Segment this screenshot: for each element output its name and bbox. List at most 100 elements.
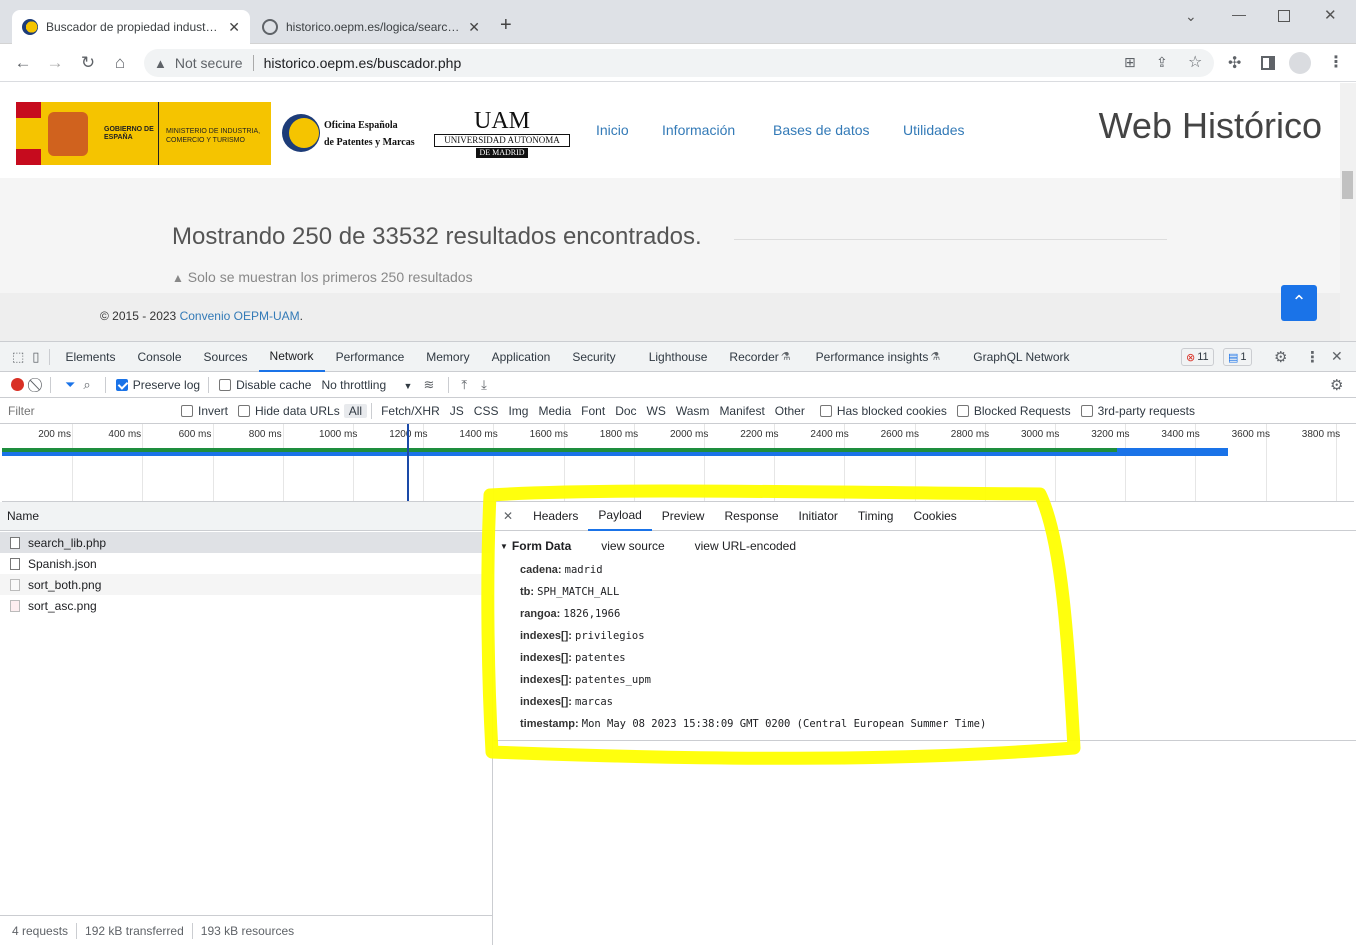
bookmark-star-icon[interactable]: ☆ <box>1188 52 1202 72</box>
close-devtools-icon[interactable]: ✕ <box>1331 348 1343 365</box>
filter-input[interactable] <box>4 401 169 420</box>
nav-link-bases-de-datos[interactable]: Bases de datos <box>773 122 870 138</box>
devtools-tab-performance-insights[interactable]: Performance insights <box>805 342 931 372</box>
details-tab-preview[interactable]: Preview <box>652 502 715 531</box>
details-tab-payload[interactable]: Payload <box>588 502 652 531</box>
collapse-triangle-icon[interactable]: ▼ <box>500 542 508 551</box>
devtools-tab-memory[interactable]: Memory <box>415 342 480 372</box>
maximize-icon[interactable] <box>1278 10 1290 22</box>
forward-arrow-icon[interactable]: → <box>44 52 66 74</box>
devtools-tab-security[interactable]: Security <box>561 342 637 372</box>
back-arrow-icon[interactable]: ← <box>12 52 34 74</box>
details-tab-response[interactable]: Response <box>714 502 788 531</box>
filter-type-fetch-xhr[interactable]: Fetch/XHR <box>376 404 445 418</box>
has-blocked-cookies-checkbox[interactable]: Has blocked cookies <box>819 404 947 418</box>
filter-type-js[interactable]: JS <box>445 404 469 418</box>
share-icon[interactable]: ⇪ <box>1156 54 1168 71</box>
network-conditions-wifi-icon[interactable]: ≋ <box>423 377 434 393</box>
footer-link[interactable]: Convenio OEPM-UAM <box>180 309 300 323</box>
filter-funnel-icon[interactable]: ⏷ <box>65 377 75 393</box>
filter-type-font[interactable]: Font <box>576 404 610 418</box>
preserve-log-checkbox[interactable]: Preserve log <box>115 378 200 392</box>
security-label[interactable]: Not secure <box>175 55 243 71</box>
browser-tab[interactable]: historico.oepm.es/logica/search_l ✕ <box>252 10 490 44</box>
devtools-tab-graphql-network[interactable]: GraphQL Network <box>962 342 1080 372</box>
devtools-settings-gear-icon[interactable]: ⚙ <box>1274 348 1287 366</box>
filter-type-ws[interactable]: WS <box>642 404 671 418</box>
devtools-tab-elements[interactable]: Elements <box>54 342 126 372</box>
messages-badge[interactable]: ▤ 1 <box>1223 348 1252 366</box>
devtools-tab-performance[interactable]: Performance <box>325 342 416 372</box>
browser-menu-kebab-icon[interactable]: ⋮ <box>1328 52 1344 72</box>
device-toolbar-icon[interactable]: ▯ <box>32 349 39 365</box>
reload-icon[interactable]: ↻ <box>77 52 99 74</box>
side-panel-icon[interactable] <box>1261 56 1275 70</box>
checkbox-icon[interactable] <box>238 405 251 418</box>
hide-data-urls-checkbox[interactable]: Hide data URLs <box>238 404 340 418</box>
details-tab-initiator[interactable]: Initiator <box>789 502 848 531</box>
view-url-encoded-link[interactable]: view URL-encoded <box>695 539 796 553</box>
form-data-section-header[interactable]: ▼ Form Data view source view URL-encoded <box>500 539 796 553</box>
network-settings-gear-icon[interactable]: ⚙ <box>1330 376 1343 394</box>
oepm-logo[interactable]: Oficina Española de Patentes y Marcas <box>280 104 423 162</box>
network-timeline-overview[interactable]: 200 ms 400 ms 600 ms 800 ms 1000 ms 1200 ms 14… <box>2 424 1354 502</box>
request-row[interactable]: sort_both.png <box>0 574 493 595</box>
disable-cache-checkbox[interactable]: Disable cache <box>219 378 311 392</box>
search-icon[interactable]: ⌕ <box>83 377 90 393</box>
close-details-icon[interactable]: ✕ <box>503 509 513 523</box>
profile-avatar-icon[interactable] <box>1289 52 1311 74</box>
filter-type-img[interactable]: Img <box>503 404 533 418</box>
address-bar[interactable]: ▲ Not secure historico.oepm.es/buscador.… <box>144 49 1214 77</box>
request-row[interactable]: sort_asc.png <box>0 595 493 616</box>
filter-type-manifest[interactable]: Manifest <box>714 404 769 418</box>
record-icon[interactable] <box>11 378 24 391</box>
nav-link-informacion[interactable]: Información <box>662 122 735 138</box>
errors-badge[interactable]: ⊗ 11 <box>1181 348 1214 366</box>
filter-type-wasm[interactable]: Wasm <box>671 404 715 418</box>
new-tab-icon[interactable]: + <box>500 14 512 37</box>
devtools-tab-application[interactable]: Application <box>481 342 562 372</box>
checkbox-icon[interactable] <box>819 405 832 418</box>
invert-checkbox[interactable]: Invert <box>181 404 228 418</box>
scrollbar-thumb[interactable] <box>1342 171 1353 199</box>
inspect-element-icon[interactable]: ⬚ <box>12 349 24 365</box>
close-window-icon[interactable]: ✕ <box>1324 6 1337 24</box>
checkbox-icon[interactable] <box>181 405 193 418</box>
filter-type-other[interactable]: Other <box>770 404 810 418</box>
view-source-link[interactable]: view source <box>601 539 664 553</box>
devtools-tab-sources[interactable]: Sources <box>193 342 259 372</box>
filter-type-all[interactable]: All <box>343 403 368 418</box>
name-column-header[interactable]: Name <box>0 502 493 531</box>
export-har-download-icon[interactable]: ⤓ <box>481 377 487 393</box>
url-text[interactable]: historico.oepm.es/buscador.php <box>264 55 462 71</box>
third-party-checkbox[interactable]: 3rd-party requests <box>1080 404 1195 418</box>
request-row[interactable]: search_lib.php <box>0 532 493 553</box>
tab-search-chevron-down-icon[interactable]: ⌄ <box>1185 8 1197 25</box>
filter-type-media[interactable]: Media <box>533 404 576 418</box>
uam-logo[interactable]: UAM UNIVERSIDAD AUTONOMA DE MADRID <box>432 104 582 162</box>
home-icon[interactable]: ⌂ <box>109 52 131 74</box>
gobierno-logo[interactable]: GOBIERNO DE ESPAÑA MINISTERIO DE INDUSTR… <box>16 102 271 165</box>
close-tab-icon[interactable]: ✕ <box>468 19 480 36</box>
page-scrollbar[interactable] <box>1340 83 1356 341</box>
checkbox-icon[interactable] <box>956 405 969 418</box>
throttling-select[interactable]: No throttling ▼ <box>321 378 421 392</box>
devtools-menu-kebab-icon[interactable]: ⋮ <box>1305 348 1320 366</box>
checkbox-checked-icon[interactable] <box>115 379 128 392</box>
translate-icon[interactable]: ⊞ <box>1124 54 1136 71</box>
minimize-icon[interactable]: — <box>1232 6 1246 22</box>
filter-type-css[interactable]: CSS <box>469 404 504 418</box>
blocked-requests-checkbox[interactable]: Blocked Requests <box>956 404 1071 418</box>
devtools-tab-recorder[interactable]: Recorder <box>718 342 780 372</box>
nav-link-utilidades[interactable]: Utilidades <box>903 122 964 138</box>
devtools-tab-console[interactable]: Console <box>126 342 192 372</box>
browser-tab-active[interactable]: Buscador de propiedad industrial ✕ <box>12 10 250 44</box>
close-tab-icon[interactable]: ✕ <box>228 19 240 36</box>
extensions-puzzle-icon[interactable]: ✣ <box>1228 53 1241 73</box>
devtools-tab-network[interactable]: Network <box>258 342 325 372</box>
details-tab-headers[interactable]: Headers <box>523 502 588 531</box>
warning-triangle-icon[interactable]: ▲ <box>154 56 167 71</box>
import-har-upload-icon[interactable]: ⤒ <box>461 377 467 393</box>
scroll-to-top-button[interactable]: ⌃ <box>1281 285 1317 321</box>
checkbox-icon[interactable] <box>1080 405 1093 418</box>
